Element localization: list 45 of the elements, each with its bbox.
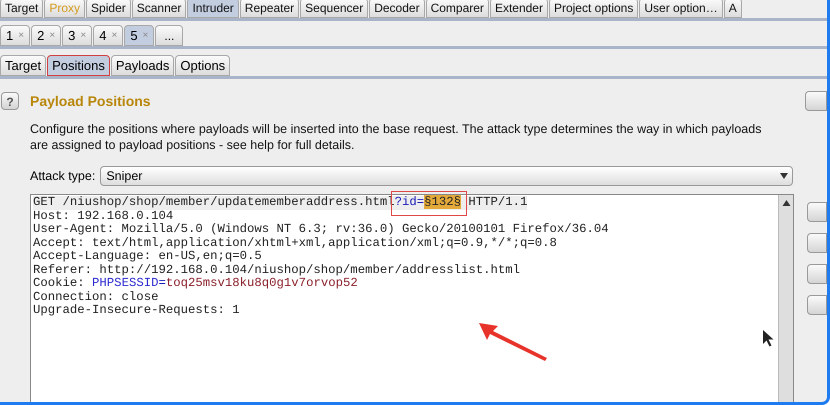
main-tab[interactable]: Extender <box>490 0 548 18</box>
sub-tab[interactable]: Positions <box>47 55 110 76</box>
main-tab[interactable]: Spider <box>86 0 131 18</box>
main-tab[interactable]: Scanner <box>132 0 186 18</box>
arrow-annotation <box>478 322 548 362</box>
main-tab[interactable]: Intruder <box>187 0 239 18</box>
main-tab[interactable]: User option… <box>639 0 723 18</box>
section-title: Payload Positions <box>30 92 151 111</box>
start-attack-button[interactable] <box>805 91 827 111</box>
request-line: Accept-Language: en-US,en;q=0.5 <box>33 250 262 264</box>
attack-tab[interactable]: 5 × <box>124 25 154 46</box>
attack-tab[interactable]: 3 × <box>62 25 92 46</box>
request-line: Connection: close <box>33 290 158 304</box>
side-button[interactable] <box>807 233 827 253</box>
side-button[interactable] <box>807 264 827 284</box>
sub-tab[interactable]: Payloads <box>110 55 174 76</box>
attack-tab[interactable]: 2 × <box>31 25 62 46</box>
sub-tab[interactable]: Target <box>0 55 46 76</box>
main-tab[interactable]: Sequencer <box>300 0 368 18</box>
request-line: Accept: text/html,application/xhtml+xml,application/xml;q=0.9,*/*;q=0.8 <box>33 236 557 250</box>
request-line: User-Agent: Mozilla/5.0 (Windows NT 6.3; rv:36.0) Gecko/20100101 Firefox/36.04 <box>33 223 609 236</box>
request-line: Cookie: PHPSESSID=toq25msv18ku8q0g1v7orvop52 <box>33 277 358 290</box>
side-button[interactable] <box>807 295 827 315</box>
main-tab[interactable]: Repeater <box>240 0 300 18</box>
request-editor[interactable] <box>30 194 794 402</box>
main-tab[interactable]: Comparer <box>426 0 489 18</box>
new-tab-button[interactable]: ... <box>155 25 184 46</box>
request-line: Referer: http://192.168.0.104/niushop/shop/member/addresslist.html <box>33 264 520 277</box>
help-button[interactable]: ? <box>1 92 19 110</box>
scroll-up-icon[interactable] <box>782 199 790 208</box>
sub-tab[interactable]: Options <box>175 55 230 76</box>
main-tab[interactable]: Decoder <box>369 0 425 18</box>
mouse-cursor-icon <box>762 329 774 347</box>
main-tab[interactable]: Target <box>0 0 44 18</box>
attack-type-label: Attack type: <box>30 168 96 185</box>
scrollbar[interactable] <box>778 195 793 402</box>
main-tab[interactable]: Project options <box>548 0 638 18</box>
attack-type-dropdown[interactable]: Sniper <box>100 166 793 186</box>
attack-tab[interactable]: 1 × <box>0 25 30 46</box>
side-button[interactable] <box>807 202 827 222</box>
attack-tab[interactable]: 4 × <box>93 25 124 46</box>
request-line: Host: 192.168.0.104 <box>33 210 174 223</box>
main-tab[interactable]: A <box>724 0 742 18</box>
description: Configure the positions where payloads will be inserted into the base request. The attack type determines the way in which payloads are assigned to payload positions - see help for full details. <box>30 121 762 153</box>
request-line: Upgrade-Insecure-Requests: 1 <box>33 304 240 318</box>
